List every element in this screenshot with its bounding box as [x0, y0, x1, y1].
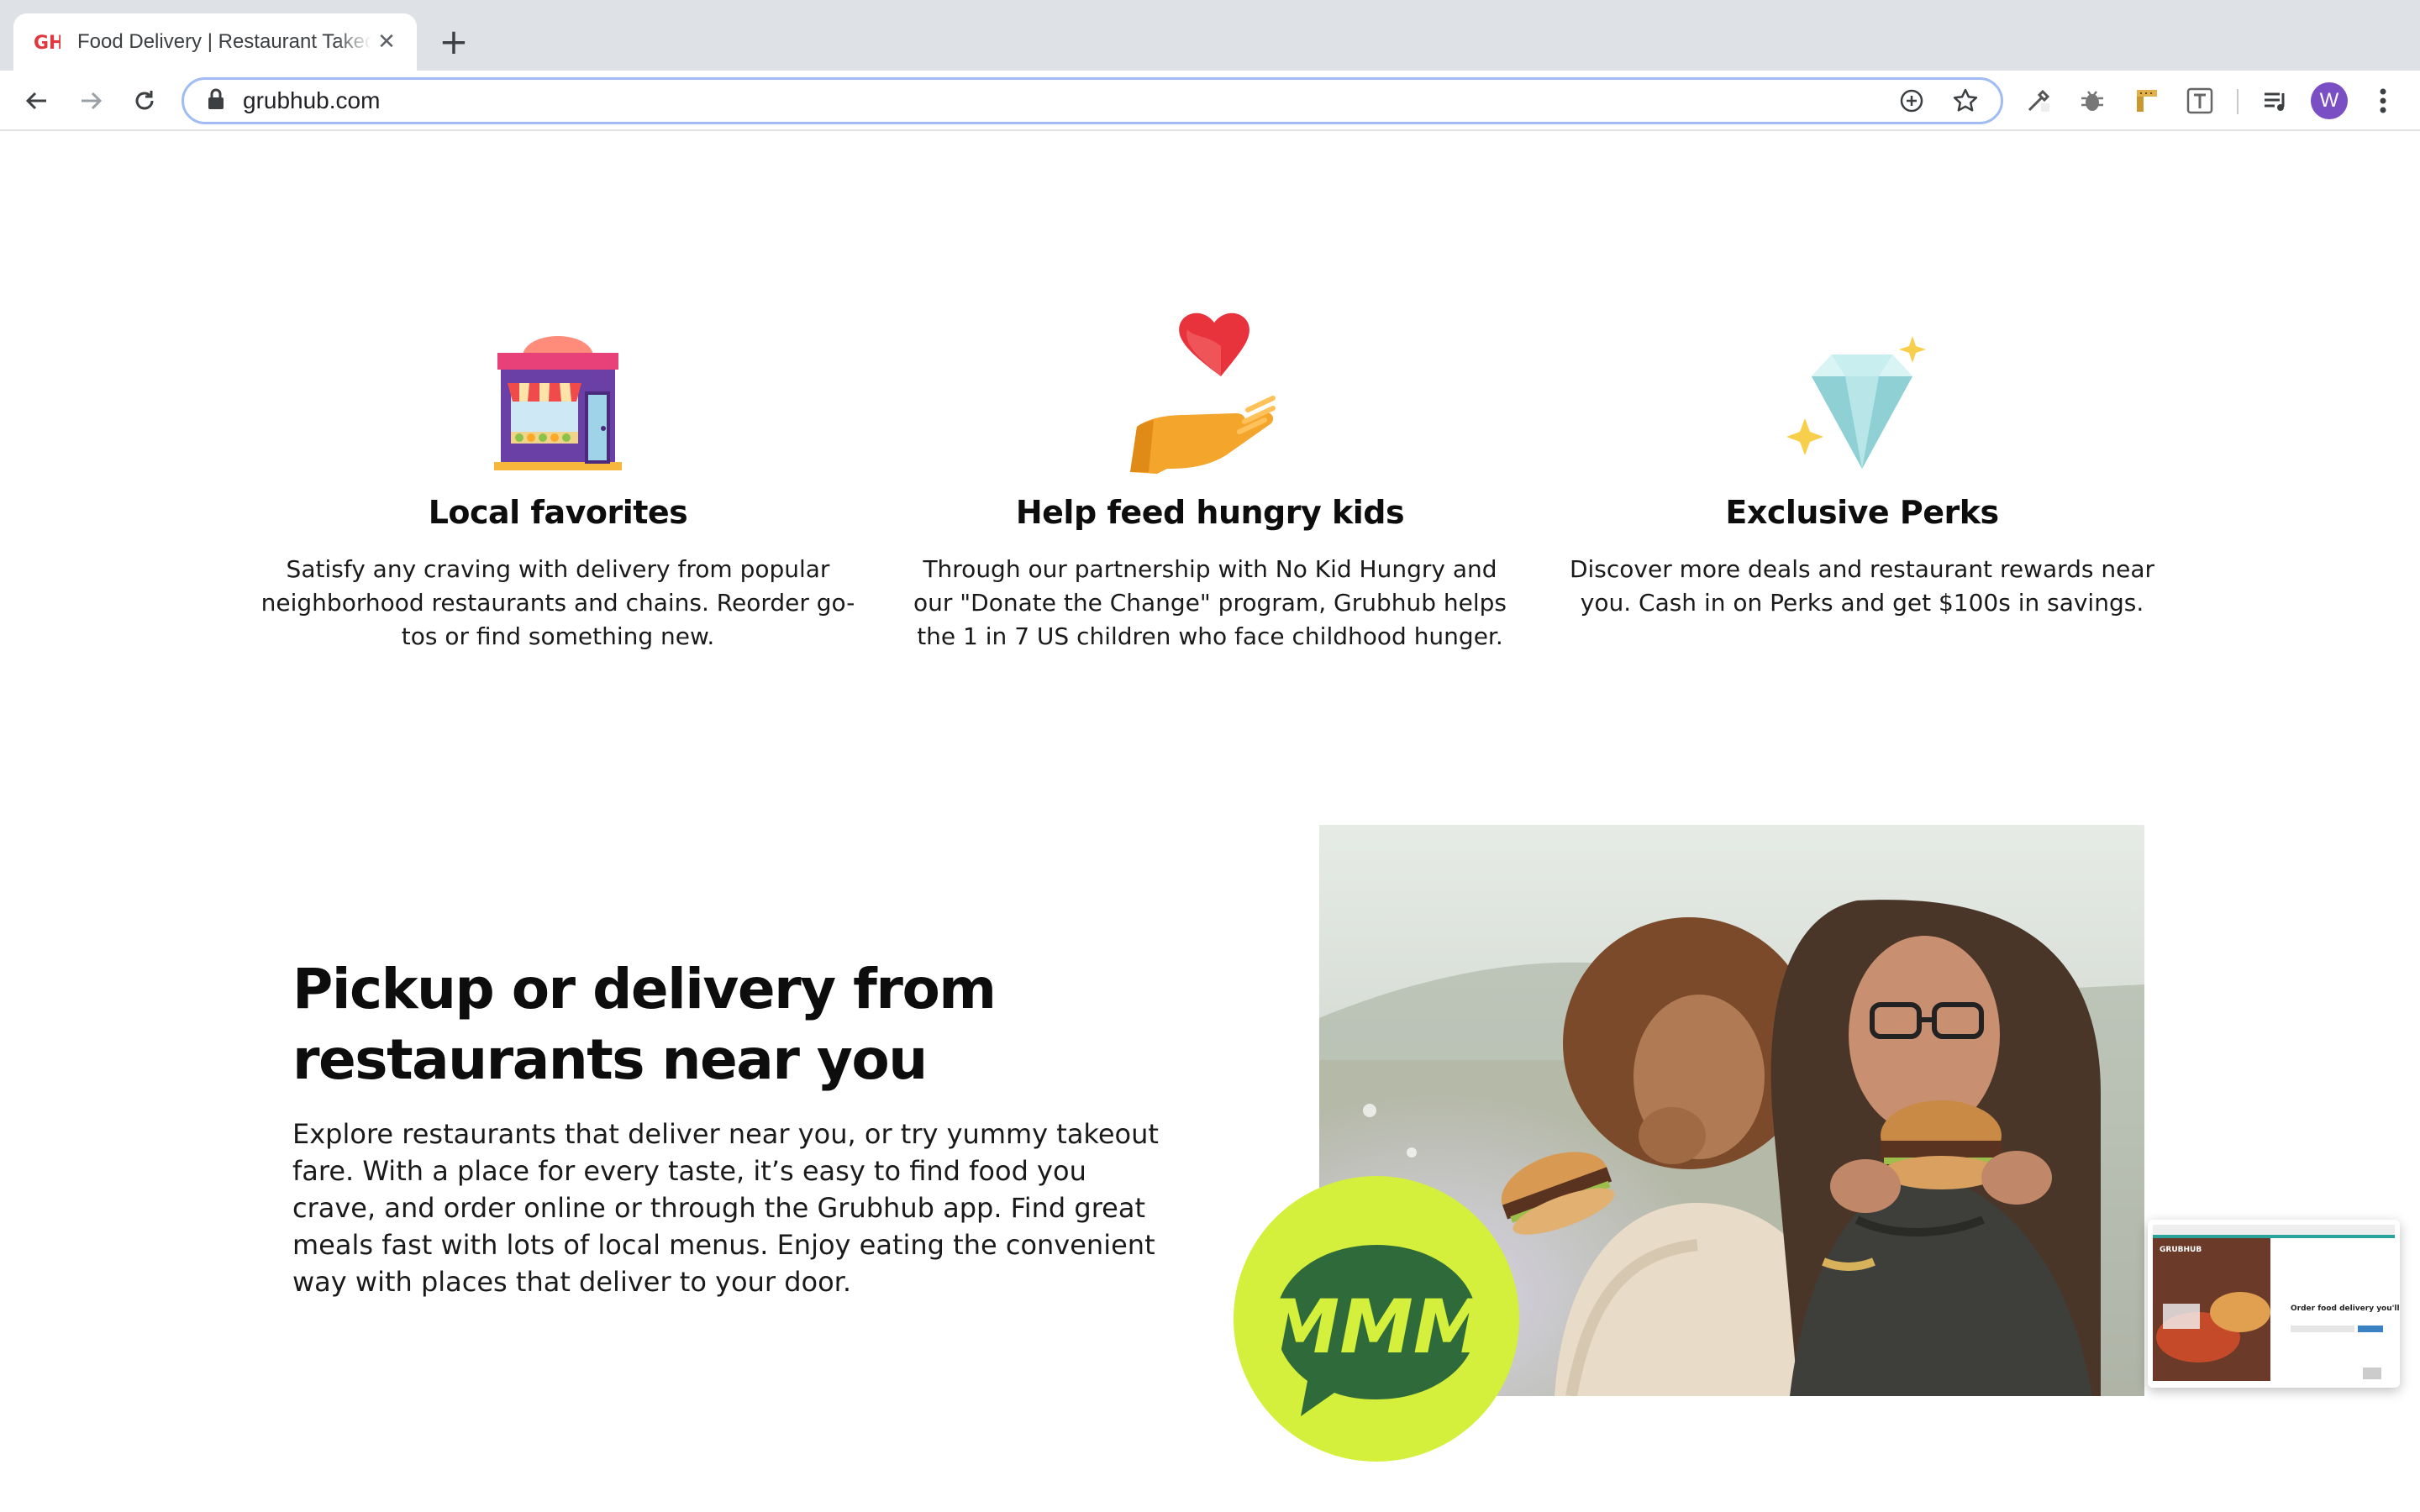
svg-text:MMM: MMM — [1266, 1284, 1487, 1370]
feature-exclusive-perks: Exclusive Perks Discover more deals and … — [1551, 301, 2173, 620]
bookmark-star-icon[interactable] — [1947, 82, 1984, 119]
reload-button[interactable] — [124, 81, 165, 121]
promo-heading: Pickup or delivery from restaurants near… — [292, 957, 997, 1092]
browser-tab[interactable]: GH Food Delivery | Restaurant Takeout ✕ — [13, 13, 417, 71]
new-tab-button[interactable]: + — [434, 22, 474, 62]
browser-toolbar: grubhub.com W — [0, 71, 2420, 131]
eyedropper-extension-icon[interactable] — [2020, 82, 2057, 119]
promo-body: Explore restaurants that deliver near yo… — [292, 1118, 1159, 1298]
mmm-speech-bubble-badge: MMM — [1232, 1174, 1521, 1463]
page-content: Local favorites Satisfy any craving with… — [0, 133, 2420, 1512]
media-queue-icon[interactable] — [2257, 82, 2294, 119]
ruler-extension-icon[interactable] — [2128, 82, 2165, 119]
zoom-plus-icon[interactable] — [1893, 82, 1930, 119]
tab-preview-thumbnail[interactable]: GRUBHUB Order food delivery you'll love — [2148, 1220, 2420, 1388]
tab-close-icon[interactable]: ✕ — [371, 27, 402, 57]
arrow-right-icon — [82, 92, 103, 110]
feature-help-feed-hungry-kids: Help feed hungry kids Through our partne… — [899, 301, 1521, 654]
url-text: grubhub.com — [243, 87, 381, 113]
svg-text:GRUBHUB: GRUBHUB — [2160, 1246, 2202, 1254]
feature-title: Local favorites — [428, 494, 688, 531]
heart-hand-icon — [899, 301, 1521, 477]
feature-title: Help feed hungry kids — [1015, 494, 1405, 531]
back-button[interactable] — [17, 81, 57, 121]
browser-menu-icon[interactable] — [2365, 82, 2402, 119]
diamond-icon — [1551, 301, 2173, 477]
svg-text:GH: GH — [34, 33, 60, 54]
feature-title: Exclusive Perks — [1725, 494, 1999, 531]
text-extension-icon[interactable] — [2181, 82, 2218, 119]
svg-text:Order food delivery you'll lov: Order food delivery you'll love — [2291, 1305, 2400, 1313]
feature-description: Discover more deals and restaurant rewar… — [1569, 555, 2155, 617]
forward-button[interactable] — [71, 81, 111, 121]
profile-avatar[interactable]: W — [2311, 82, 2348, 119]
lock-icon — [208, 88, 224, 113]
feature-description: Through our partnership with No Kid Hung… — [913, 555, 1507, 650]
tab-strip: GH Food Delivery | Restaurant Takeout ✕ … — [0, 0, 2420, 71]
feature-local-favorites: Local favorites Satisfy any craving with… — [247, 301, 869, 654]
bug-extension-icon[interactable] — [2074, 82, 2111, 119]
arrow-left-icon — [25, 92, 46, 110]
tab-title: Food Delivery | Restaurant Takeout — [77, 30, 371, 53]
storefront-icon — [247, 301, 869, 477]
address-bar[interactable]: grubhub.com — [182, 77, 2003, 124]
grubhub-favicon-icon: GH — [34, 29, 60, 55]
reload-icon — [135, 91, 154, 110]
feature-description: Satisfy any craving with delivery from p… — [260, 555, 855, 650]
toolbar-separator — [2237, 89, 2238, 114]
